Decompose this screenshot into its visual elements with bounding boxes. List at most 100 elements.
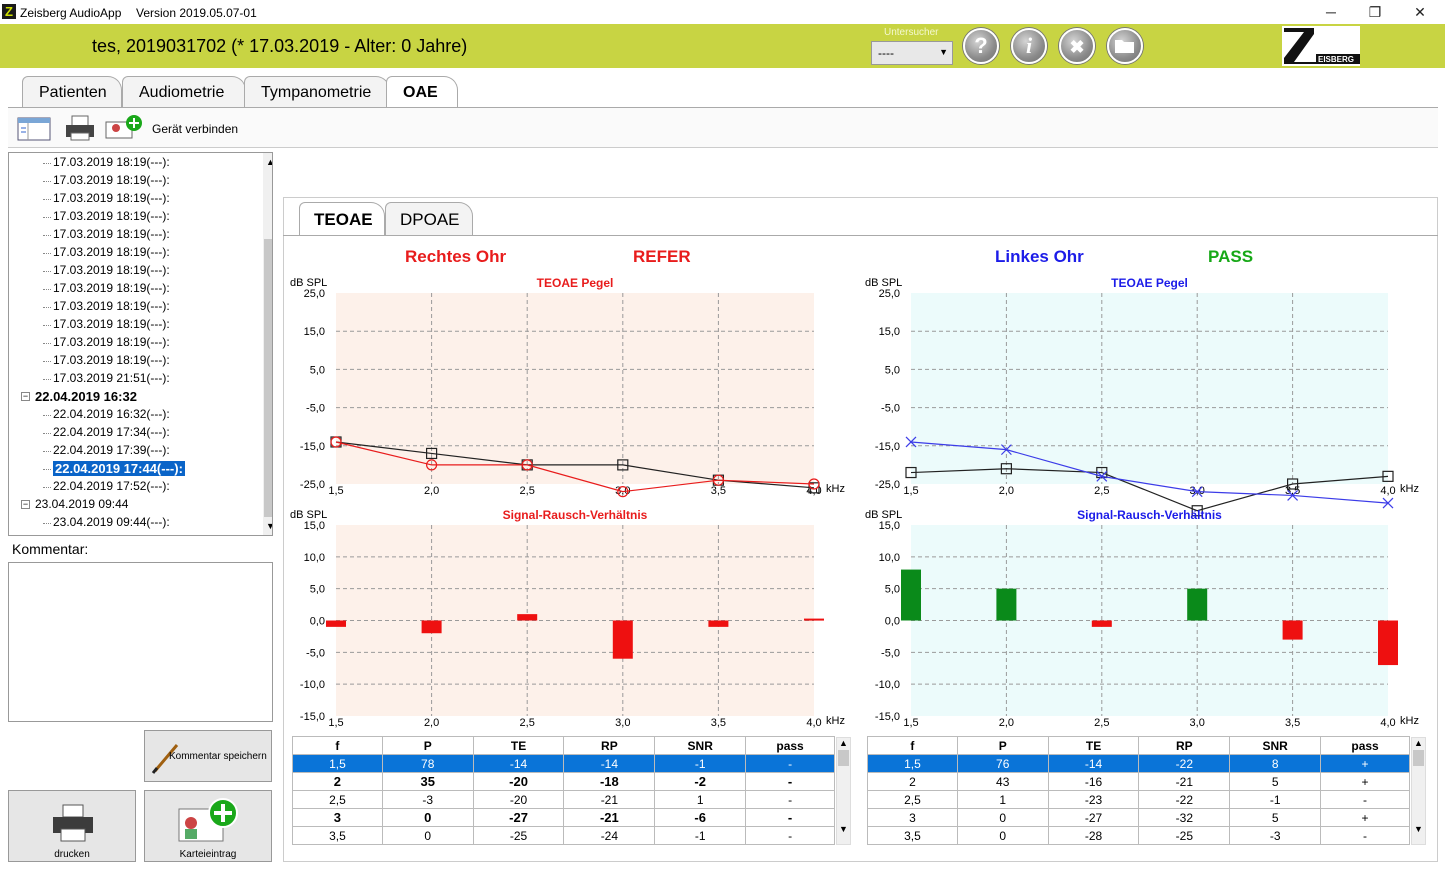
table-cell: +: [1320, 808, 1410, 827]
column-header[interactable]: SNR: [654, 736, 747, 755]
left-table-wrap: f P TE RP SNR pass 1,5 76 -14 -22 8 +2 43 -16 -21 5 +2,5…: [867, 736, 1410, 845]
x-tick-label: 2,0: [999, 717, 1014, 729]
table-row[interactable]: 2,5 1 -23 -22 -1-: [867, 790, 1410, 809]
column-header[interactable]: pass: [1320, 736, 1410, 755]
column-header[interactable]: TE: [1047, 736, 1140, 755]
right-table-scrollbar[interactable]: ▲ ▼: [836, 737, 851, 845]
x-tick-label: 3,5: [711, 485, 726, 497]
table-cell: -: [745, 772, 835, 791]
column-header[interactable]: SNR: [1229, 736, 1322, 755]
y-tick-label: -5,0: [881, 403, 900, 415]
table-cell: 1: [654, 790, 747, 809]
right-results-table: f P TE RP SNR pass 1,5 78 -14 -14 -1-2 35 -20 -18 -2-2…: [292, 736, 835, 845]
y-axis-label: dB SPL: [865, 277, 902, 289]
snr-bar: [326, 620, 346, 627]
table-cell: -22: [1138, 754, 1231, 773]
y-tick-label: 15,0: [879, 520, 900, 532]
y-tick-label: 15,0: [304, 520, 325, 532]
table-cell: -3: [381, 790, 474, 809]
column-header[interactable]: RP: [563, 736, 656, 755]
table-cell: 43: [956, 772, 1049, 791]
snr-bar: [804, 618, 824, 621]
table-cell: 3: [867, 808, 958, 827]
table-cell: 0: [956, 826, 1049, 845]
chevron-up-icon[interactable]: ▲: [1412, 738, 1425, 748]
table-cell: 0: [381, 826, 474, 845]
table-cell: 3,5: [867, 826, 958, 845]
y-tick-label: 0,0: [885, 616, 900, 628]
x-tick-label: 1,5: [903, 717, 918, 729]
table-row[interactable]: 1,5 76 -14 -22 8 +: [867, 754, 1410, 773]
left-results-table: f P TE RP SNR pass 1,5 76 -14 -22 8 +2 43 -16 -21 5 +2,5…: [867, 736, 1410, 845]
snr-bar: [1378, 620, 1398, 666]
y-tick-label: 5,0: [310, 364, 325, 376]
table-row[interactable]: 1,5 78 -14 -14 -1-: [292, 754, 835, 773]
column-header[interactable]: pass: [745, 736, 835, 755]
chevron-down-icon[interactable]: ▼: [1412, 824, 1425, 834]
table-cell: -: [745, 754, 835, 773]
table-cell: -32: [1138, 808, 1231, 827]
x-unit-label: kHz: [826, 483, 845, 495]
column-header[interactable]: P: [381, 736, 474, 755]
column-header[interactable]: f: [867, 736, 958, 755]
table-row[interactable]: 3 0 -27 -21 -6-: [292, 808, 835, 827]
table-cell: 2,5: [292, 790, 383, 809]
y-tick-label: 10,0: [304, 552, 325, 564]
table-cell: -27: [472, 808, 565, 827]
y-tick-label: -25,0: [300, 479, 325, 491]
chart-title: TEOAE Pegel: [1111, 276, 1188, 290]
chart-left-line: 25,015,05,0-5,0-15,0-25,01,52,02,53,03,5…: [865, 276, 1419, 517]
snr-bar: [1282, 620, 1303, 640]
x-tick-label: 2,5: [1094, 717, 1109, 729]
table-cell: 2: [292, 772, 383, 791]
table-cell: -24: [563, 826, 656, 845]
y-tick-label: -5,0: [306, 647, 325, 659]
table-cell: 2,5: [867, 790, 958, 809]
x-tick-label: 2,0: [424, 485, 439, 497]
table-row[interactable]: 3,5 0 -25 -24 -1-: [292, 826, 835, 845]
snr-bar: [517, 614, 538, 621]
table-row[interactable]: 3,5 0 -28 -25 -3-: [867, 826, 1410, 845]
table-cell: 0: [956, 808, 1049, 827]
chevron-up-icon[interactable]: ▲: [837, 738, 850, 748]
table-cell: 78: [381, 754, 474, 773]
table-cell: -14: [563, 754, 656, 773]
table-cell: 5: [1229, 808, 1322, 827]
y-tick-label: 25,0: [304, 288, 325, 300]
snr-bar: [1091, 620, 1112, 627]
x-unit-label: kHz: [1400, 715, 1419, 727]
column-header[interactable]: f: [292, 736, 383, 755]
table-row[interactable]: 2 43 -16 -21 5 +: [867, 772, 1410, 791]
table-cell: -23: [1047, 790, 1140, 809]
x-tick-label: 4,0: [1380, 485, 1395, 497]
snr-bar: [996, 588, 1017, 621]
table-row[interactable]: 3 0 -27 -32 5 +: [867, 808, 1410, 827]
table-cell: -20: [472, 790, 565, 809]
left-table-scroll-thumb[interactable]: [1413, 750, 1424, 766]
x-tick-label: 4,0: [1380, 717, 1395, 729]
table-cell: -21: [563, 790, 656, 809]
table-row[interactable]: 2,5 -3 -20 -21 1-: [292, 790, 835, 809]
x-tick-label: 1,5: [328, 717, 343, 729]
column-header[interactable]: RP: [1138, 736, 1231, 755]
y-tick-label: -10,0: [875, 679, 900, 691]
table-cell: -: [745, 790, 835, 809]
plot-area: [911, 293, 1388, 484]
x-tick-label: 3,5: [711, 717, 726, 729]
table-cell: -3: [1229, 826, 1322, 845]
x-tick-label: 2,5: [520, 485, 535, 497]
chart-right-line: 25,015,05,0-5,0-15,0-25,0 1,5 2,0 2,5 3,0 3,5…: [290, 276, 845, 498]
table-row[interactable]: 2 35 -20 -18 -2-: [292, 772, 835, 791]
y-tick-label: -5,0: [881, 647, 900, 659]
x-tick-label: 3,0: [615, 717, 630, 729]
y-tick-label: 25,0: [879, 288, 900, 300]
table-header: f P TE RP SNR pass: [292, 736, 835, 755]
chevron-down-icon[interactable]: ▼: [837, 824, 850, 834]
column-header[interactable]: TE: [472, 736, 565, 755]
column-header[interactable]: P: [956, 736, 1049, 755]
right-table-scroll-thumb[interactable]: [838, 750, 849, 766]
left-table-scrollbar[interactable]: ▲ ▼: [1411, 737, 1426, 845]
table-cell: -1: [1229, 790, 1322, 809]
y-tick-label: -15,0: [300, 441, 325, 453]
table-cell: 35: [381, 772, 474, 791]
